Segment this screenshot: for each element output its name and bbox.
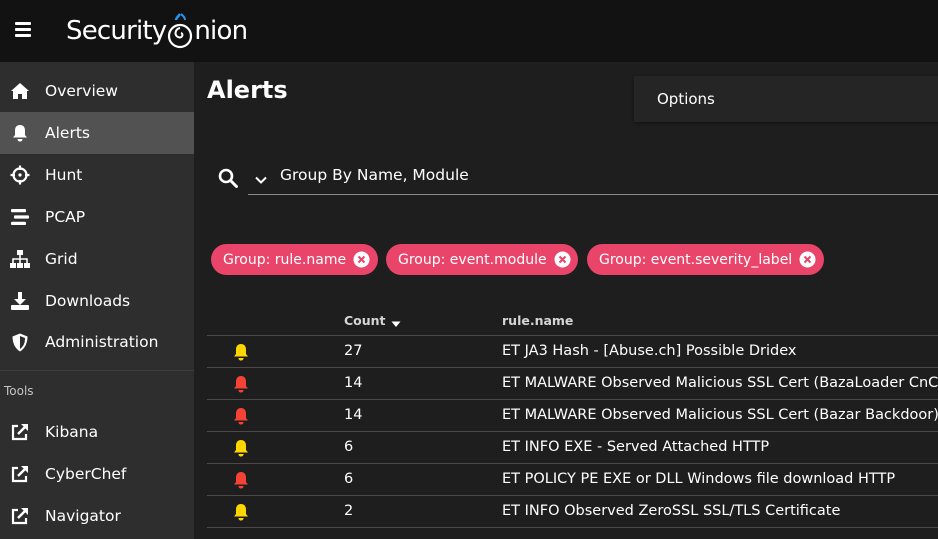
sidebar-item-pcap[interactable]: PCAP — [0, 196, 194, 238]
sidebar-item-label: Kibana — [45, 423, 99, 441]
rule-name-cell[interactable]: ET POLICY PE EXE or DLL Windows file dow… — [502, 471, 895, 487]
count-cell: 14 — [344, 375, 363, 391]
stream-icon — [10, 207, 30, 227]
group-chip-rule-name[interactable]: Group: rule.name — [211, 244, 378, 275]
logo-text-left: Security — [66, 16, 167, 46]
bell-icon — [10, 123, 30, 143]
download-icon — [10, 291, 30, 311]
table-row[interactable]: 14 ET MALWARE Observed Malicious SSL Cert… — [207, 400, 938, 432]
table-row[interactable]: 6 ET POLICY PE EXE or DLL Windows file do… — [207, 464, 938, 496]
sort-down-arrow-icon — [391, 321, 401, 327]
close-circle-icon[interactable] — [353, 251, 370, 268]
count-cell: 14 — [344, 407, 363, 423]
sitemap-icon — [10, 249, 30, 269]
logo-text-right: nion — [194, 16, 248, 46]
sidebar-item-label: Overview — [45, 82, 118, 100]
sidebar-divider — [0, 370, 194, 371]
severity-bell-icon[interactable] — [232, 375, 250, 393]
sidebar-item-label: Administration — [45, 333, 159, 351]
severity-bell-icon[interactable] — [232, 503, 250, 521]
chip-label: Group: rule.name — [223, 251, 347, 268]
sidebar-item-cyberchef[interactable]: CyberChef — [0, 453, 194, 495]
sidebar-item-label: Grid — [45, 250, 78, 268]
sidebar-item-grid[interactable]: Grid — [0, 238, 194, 280]
sidebar: Overview Alerts Hunt PCAP Grid Downloads — [0, 62, 194, 539]
onion-logo-icon — [168, 13, 193, 49]
count-column-header[interactable]: Count — [344, 313, 402, 328]
sidebar-item-downloads[interactable]: Downloads — [0, 280, 194, 322]
options-label: Options — [657, 90, 715, 108]
query-text: Group By Name, Module — [280, 166, 469, 184]
close-circle-icon[interactable] — [554, 251, 571, 268]
external-link-icon — [10, 422, 30, 442]
sidebar-item-kibana[interactable]: Kibana — [0, 411, 194, 453]
main-content: Alerts Options Group By Name, Module Gro… — [194, 62, 938, 539]
chip-label: Group: event.severity_label — [599, 251, 793, 268]
table-row[interactable]: 27 ET JA3 Hash - [Abuse.ch] Possible Drid… — [207, 336, 938, 368]
sidebar-item-overview[interactable]: Overview — [0, 70, 194, 112]
group-chip-event-module[interactable]: Group: event.module — [386, 244, 578, 275]
rule-name-cell[interactable]: ET INFO EXE - Served Attached HTTP — [502, 439, 769, 455]
search-icon[interactable] — [218, 168, 238, 188]
count-cell: 27 — [344, 343, 363, 359]
hamburger-menu-icon[interactable] — [12, 19, 34, 43]
crosshairs-icon — [10, 165, 30, 185]
options-expansion-panel[interactable]: Options — [634, 76, 938, 122]
sidebar-item-administration[interactable]: Administration — [0, 321, 194, 363]
sidebar-item-navigator[interactable]: Navigator — [0, 495, 194, 537]
count-cell: 2 — [344, 503, 354, 519]
group-chip-event-severity-label[interactable]: Group: event.severity_label — [587, 244, 824, 275]
page-title: Alerts — [207, 76, 288, 104]
count-header-label: Count — [344, 313, 386, 328]
table-row[interactable]: 6 ET INFO EXE - Served Attached HTTP — [207, 432, 938, 464]
rule-name-cell[interactable]: ET INFO Observed ZeroSSL SSL/TLS Certifi… — [502, 503, 840, 519]
rule-name-cell[interactable]: ET MALWARE Observed Malicious SSL Cert (… — [502, 375, 938, 391]
sidebar-item-label: Hunt — [45, 166, 83, 184]
alerts-table: Count rule.name 27 ET JA3 Hash - [Abuse.c… — [207, 304, 938, 528]
sidebar-item-hunt[interactable]: Hunt — [0, 154, 194, 196]
sidebar-item-label: Alerts — [45, 124, 90, 142]
chip-label: Group: event.module — [398, 251, 547, 268]
home-icon — [10, 81, 30, 101]
close-circle-icon[interactable] — [799, 251, 816, 268]
sidebar-item-label: PCAP — [45, 208, 86, 226]
count-cell: 6 — [344, 439, 354, 455]
sidebar-item-label: CyberChef — [45, 465, 127, 483]
table-row[interactable]: 14 ET MALWARE Observed Malicious SSL Cert… — [207, 368, 938, 400]
severity-bell-icon[interactable] — [232, 407, 250, 425]
sidebar-item-label: Downloads — [45, 292, 131, 310]
tools-section-label: Tools — [4, 384, 34, 398]
security-onion-logo[interactable]: Security nion — [66, 9, 248, 53]
shield-icon — [10, 332, 30, 352]
rule-name-cell[interactable]: ET JA3 Hash - [Abuse.ch] Possible Dridex — [502, 343, 796, 359]
table-row[interactable]: 2 ET INFO Observed ZeroSSL SSL/TLS Certif… — [207, 496, 938, 528]
app-header: Security nion — [0, 0, 938, 62]
count-cell: 6 — [344, 471, 354, 487]
sidebar-item-alerts[interactable]: Alerts — [0, 112, 194, 154]
sidebar-item-label: Navigator — [45, 507, 121, 525]
severity-bell-icon[interactable] — [232, 343, 250, 361]
table-header: Count rule.name — [207, 304, 938, 336]
rule-name-cell[interactable]: ET MALWARE Observed Malicious SSL Cert (… — [502, 407, 938, 423]
severity-bell-icon[interactable] — [232, 471, 250, 489]
rule-name-column-header[interactable]: rule.name — [502, 313, 573, 328]
external-link-icon — [10, 464, 30, 484]
severity-bell-icon[interactable] — [232, 439, 250, 457]
external-link-icon — [10, 506, 30, 526]
chevron-down-icon[interactable] — [254, 172, 268, 186]
